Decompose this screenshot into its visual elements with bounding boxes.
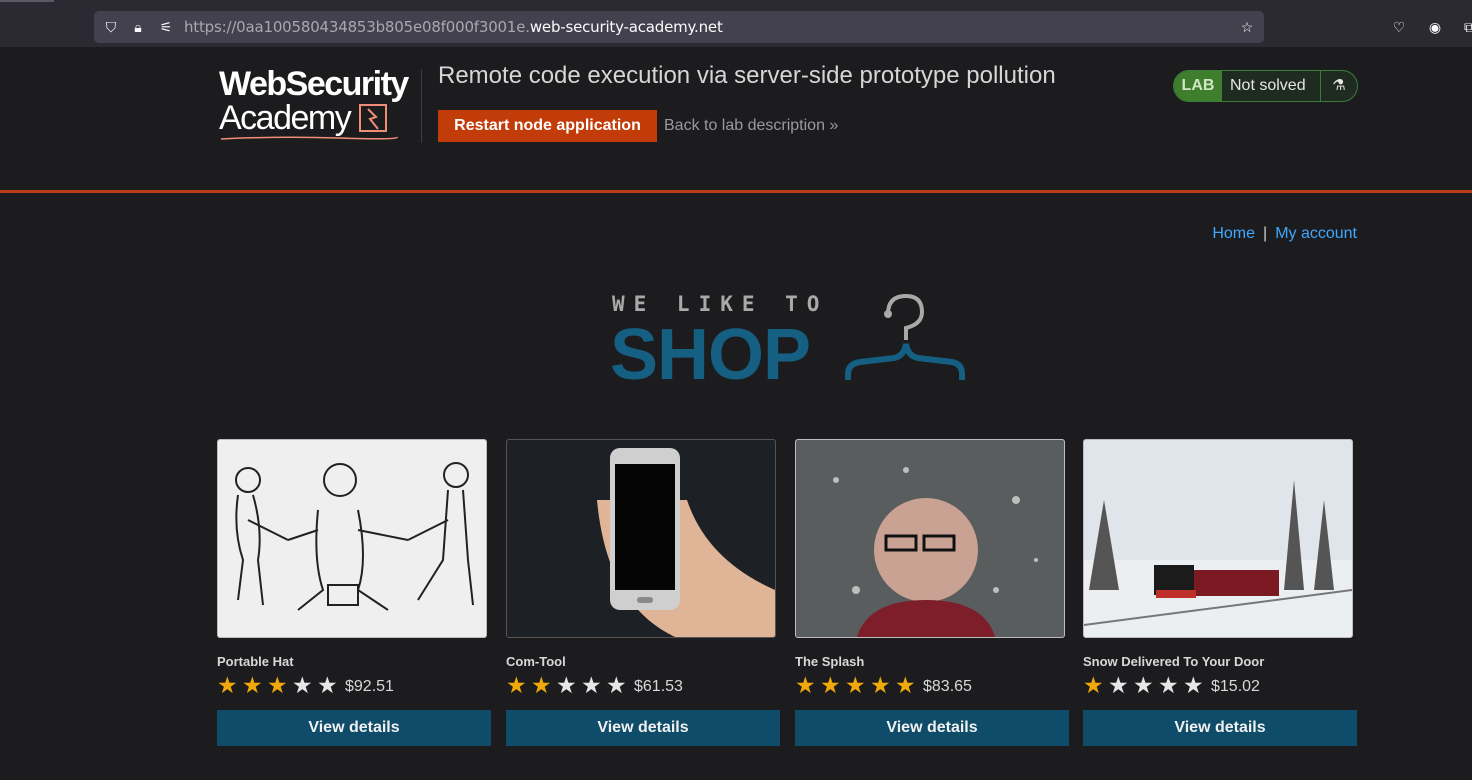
product-image xyxy=(1083,439,1353,638)
view-details-button[interactable]: View details xyxy=(1083,710,1357,746)
my-account-link[interactable]: My account xyxy=(1275,225,1357,242)
star-icon: ★ xyxy=(506,672,527,698)
product-price: $61.53 xyxy=(634,678,683,695)
address-bar[interactable]: ⛉ 🔒︎ ⚟ https://0aa100580434853b805e08f00… xyxy=(94,11,1264,43)
product-name: Portable Hat xyxy=(217,654,294,669)
star-icon: ★ xyxy=(1158,672,1179,698)
shop-logo: WE LIKE TO SHOP xyxy=(610,290,970,395)
logo-bolt-icon xyxy=(359,104,388,132)
star-icon: ★ xyxy=(870,672,891,698)
status-text: Not solved xyxy=(1230,77,1306,94)
product-price: $92.51 xyxy=(345,678,394,695)
product-price: $83.65 xyxy=(923,678,972,695)
shop-tagline: WE LIKE TO xyxy=(612,292,829,316)
star-icon: ★ xyxy=(845,672,866,698)
star-icon: ★ xyxy=(1108,672,1129,698)
star-icon: ★ xyxy=(292,672,313,698)
product-rating: ★ ★ ★ ★ ★ $83.65 xyxy=(795,672,1069,698)
lab-status-badge: LAB Not solved ⚗ xyxy=(1173,70,1358,102)
star-icon: ★ xyxy=(606,672,627,698)
account-icon[interactable]: ◉ xyxy=(1426,18,1444,36)
lock-icon[interactable]: 🔒︎ xyxy=(129,18,147,36)
lab-title: Remote code execution via server-side pr… xyxy=(438,62,1056,89)
star-icon: ★ xyxy=(1133,672,1154,698)
product-image xyxy=(795,439,1065,638)
product-name: Com-Tool xyxy=(506,654,566,669)
star-icon: ★ xyxy=(895,672,916,698)
browser-toolbar: ⛉ 🔒︎ ⚟ https://0aa100580434853b805e08f00… xyxy=(0,0,1472,47)
product-name: Snow Delivered To Your Door xyxy=(1083,654,1265,669)
pocket-icon[interactable]: ♡ xyxy=(1390,18,1408,36)
nav-separator: | xyxy=(1263,225,1268,242)
logo-line2: Academy xyxy=(219,101,419,135)
view-details-button[interactable]: View details xyxy=(217,710,491,746)
star-icon: ★ xyxy=(317,672,338,698)
product-card: Snow Delivered To Your Door ★ ★ ★ ★ ★ $15.02 … xyxy=(1083,439,1357,746)
logo-line1: WebSecurity xyxy=(219,65,409,103)
product-rating: ★ ★ ★ ★ ★ $61.53 xyxy=(506,672,780,698)
product-card: Portable Hat ★ ★ ★ ★ ★ $92.51 View details xyxy=(217,439,491,746)
product-image xyxy=(217,439,487,638)
product-image xyxy=(506,439,776,638)
view-details-button[interactable]: View details xyxy=(506,710,780,746)
extensions-icon[interactable]: ⧉ xyxy=(1460,18,1472,36)
star-icon: ★ xyxy=(795,672,816,698)
double-chevron-icon: » xyxy=(829,117,839,134)
top-nav: Home | My account xyxy=(1212,225,1357,243)
product-rating: ★ ★ ★ ★ ★ $92.51 xyxy=(217,672,491,698)
star-icon: ★ xyxy=(217,672,238,698)
star-icon: ★ xyxy=(581,672,602,698)
product-price: $15.02 xyxy=(1211,678,1260,695)
star-icon: ★ xyxy=(820,672,841,698)
star-icon: ★ xyxy=(1183,672,1204,698)
shop-name: SHOP xyxy=(610,315,811,395)
logo-divider xyxy=(421,69,422,143)
home-link[interactable]: Home xyxy=(1212,225,1255,242)
product-rating: ★ ★ ★ ★ ★ $15.02 xyxy=(1083,672,1357,698)
view-details-button[interactable]: View details xyxy=(795,710,1069,746)
bookmark-star-icon[interactable]: ☆ xyxy=(1238,18,1256,36)
back-to-description-link[interactable]: Back to lab description » xyxy=(664,117,838,135)
star-icon: ★ xyxy=(556,672,577,698)
star-icon: ★ xyxy=(267,672,288,698)
url-text[interactable]: https://0aa100580434853b805e08f000f3001e… xyxy=(184,18,723,36)
hanger-icon xyxy=(845,294,965,380)
lab-label: LAB xyxy=(1174,71,1222,101)
star-icon: ★ xyxy=(242,672,263,698)
product-name: The Splash xyxy=(795,654,865,669)
tab-indicator xyxy=(0,0,54,2)
back-link-label: Back to lab description xyxy=(664,117,825,134)
star-icon: ★ xyxy=(1083,672,1104,698)
restart-node-button[interactable]: Restart node application xyxy=(438,110,657,142)
academy-logo[interactable]: WebSecurity Academy xyxy=(219,67,419,141)
product-card: Com-Tool ★ ★ ★ ★ ★ $61.53 View details xyxy=(506,439,780,746)
flask-icon: ⚗ xyxy=(1320,71,1357,101)
permissions-icon[interactable]: ⚟ xyxy=(157,18,175,36)
product-card: The Splash ★ ★ ★ ★ ★ $83.65 View details xyxy=(795,439,1069,746)
star-icon: ★ xyxy=(531,672,552,698)
shield-icon[interactable]: ⛉ xyxy=(102,18,120,36)
lab-header: WebSecurity Academy Remote code executio… xyxy=(0,47,1472,193)
